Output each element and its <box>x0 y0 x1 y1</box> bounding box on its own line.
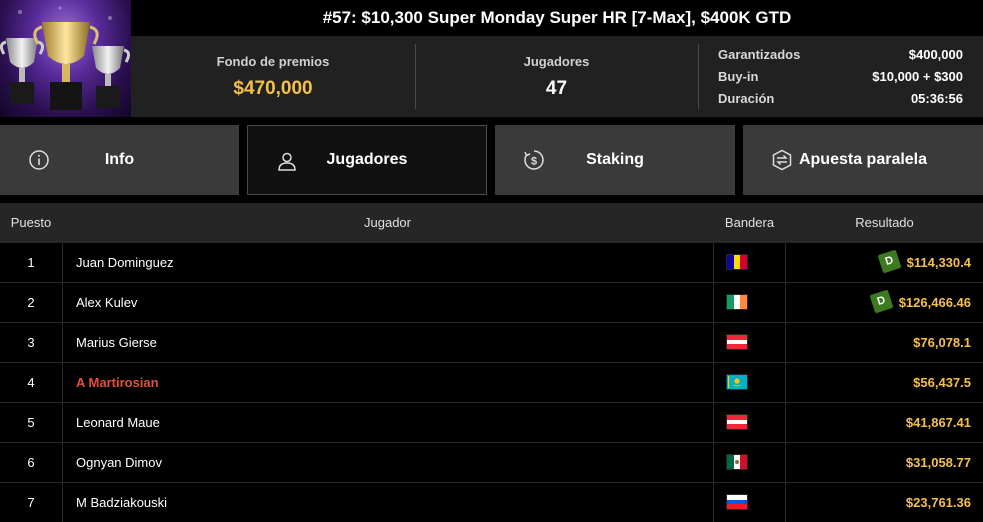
row-position: 3 <box>27 335 35 350</box>
detail-label: Garantizados <box>718 47 801 62</box>
table-row[interactable]: 4 A Martirosian $56,437.5 <box>0 363 983 403</box>
column-header-position[interactable]: Puesto <box>0 203 62 243</box>
flag-ireland-icon <box>727 295 747 309</box>
row-player-name-highlighted[interactable]: A Martirosian <box>62 363 713 403</box>
flag-mexico-icon <box>727 455 747 469</box>
row-flag-cell <box>713 363 786 403</box>
detail-value: 05:36:56 <box>910 91 963 106</box>
table-row[interactable]: 2 Alex Kulev D $126,466.46 <box>0 283 983 323</box>
row-player-name[interactable]: Marius Gierse <box>62 323 713 363</box>
tab-side-bet[interactable]: Apuesta paralela <box>743 125 983 195</box>
players-value: 47 <box>545 78 568 99</box>
detail-guaranteed: Garantizados $400,000 <box>718 44 963 66</box>
trophy-thumbnail <box>0 0 131 117</box>
tournament-stats: Fondo de premios $470,000 Jugadores 47 G… <box>131 36 983 117</box>
detail-value: $400,000 <box>908 47 963 62</box>
row-result: $76,078.1 <box>913 335 971 350</box>
flag-austria-icon <box>727 335 747 349</box>
row-player-name[interactable]: M Badziakouski <box>62 483 713 522</box>
row-result: D $114,330.4 <box>786 243 971 283</box>
tab-players[interactable]: Jugadores <box>247 125 487 195</box>
detail-value: $10,000 + $300 <box>872 69 963 84</box>
row-player-name[interactable]: Juan Dominguez <box>62 243 713 283</box>
row-flag-cell <box>713 483 786 522</box>
detail-duration: Duración 05:36:56 <box>718 88 963 110</box>
row-position: 4 <box>27 375 35 390</box>
divider <box>698 44 699 109</box>
deal-badge-icon: D <box>877 249 902 274</box>
table-row[interactable]: 6 Ognyan Dimov $31,058.77 <box>0 443 983 483</box>
row-position: 7 <box>27 495 35 510</box>
tournament-details: Garantizados $400,000 Buy-in $10,000 + $… <box>718 44 963 110</box>
tournament-header: #57: $10,300 Super Monday Super HR [7-Ma… <box>0 0 983 117</box>
row-flag-cell <box>713 403 786 443</box>
detail-label: Duración <box>718 91 775 106</box>
tab-info[interactable]: Info <box>0 125 239 195</box>
row-position: 6 <box>27 455 35 470</box>
dollar-icon: $ <box>523 149 545 171</box>
row-result-value: $114,330.4 <box>906 255 971 270</box>
row-position: 2 <box>27 295 35 310</box>
flag-austria-icon <box>727 415 747 429</box>
prize-pool: Fondo de premios $470,000 <box>131 36 415 117</box>
side-bet-icon <box>771 149 793 171</box>
row-flag-cell <box>713 243 786 283</box>
players-count: Jugadores 47 <box>415 36 698 117</box>
table-row[interactable]: 7 M Badziakouski $23,761.36 <box>0 483 983 522</box>
prize-pool-value: $470,000 <box>233 78 313 99</box>
prize-pool-label: Fondo de premios <box>216 54 330 69</box>
flag-slovenia-icon <box>727 495 747 509</box>
row-result: $56,437.5 <box>913 375 971 390</box>
table-row[interactable]: 1 Juan Dominguez D $114,330.4 <box>0 243 983 283</box>
column-header-flag[interactable]: Bandera <box>713 203 786 243</box>
info-icon <box>28 149 50 171</box>
row-result: D $126,466.46 <box>786 283 971 323</box>
table-row[interactable]: 5 Leonard Maue $41,867.41 <box>0 403 983 443</box>
detail-label: Buy-in <box>718 69 759 84</box>
row-flag-cell <box>713 323 786 363</box>
row-result: $23,761.36 <box>905 495 971 510</box>
row-result-value: $126,466.46 <box>898 295 971 310</box>
svg-text:$: $ <box>531 156 537 168</box>
row-flag-cell <box>713 443 786 483</box>
column-header-player[interactable]: Jugador <box>62 203 713 243</box>
flag-kazakhstan-icon <box>727 375 747 389</box>
deal-badge-icon: D <box>869 289 894 314</box>
column-header-result[interactable]: Resultado <box>786 203 983 243</box>
row-flag-cell <box>713 283 786 323</box>
user-icon <box>276 150 298 172</box>
row-result: $31,058.77 <box>905 455 971 470</box>
results-table-header: Puesto Jugador Bandera Resultado <box>0 203 983 243</box>
row-position: 1 <box>27 255 35 270</box>
players-label: Jugadores <box>523 54 590 69</box>
row-player-name[interactable]: Leonard Maue <box>62 403 713 443</box>
row-player-name[interactable]: Alex Kulev <box>62 283 713 323</box>
row-result: $41,867.41 <box>905 415 971 430</box>
flag-andorra-icon <box>727 255 747 269</box>
row-player-name[interactable]: Ognyan Dimov <box>62 443 713 483</box>
tab-staking[interactable]: $ Staking <box>495 125 735 195</box>
row-position: 5 <box>27 415 35 430</box>
table-row[interactable]: 3 Marius Gierse $76,078.1 <box>0 323 983 363</box>
tournament-title: #57: $10,300 Super Monday Super HR [7-Ma… <box>131 0 983 36</box>
detail-buyin: Buy-in $10,000 + $300 <box>718 66 963 88</box>
